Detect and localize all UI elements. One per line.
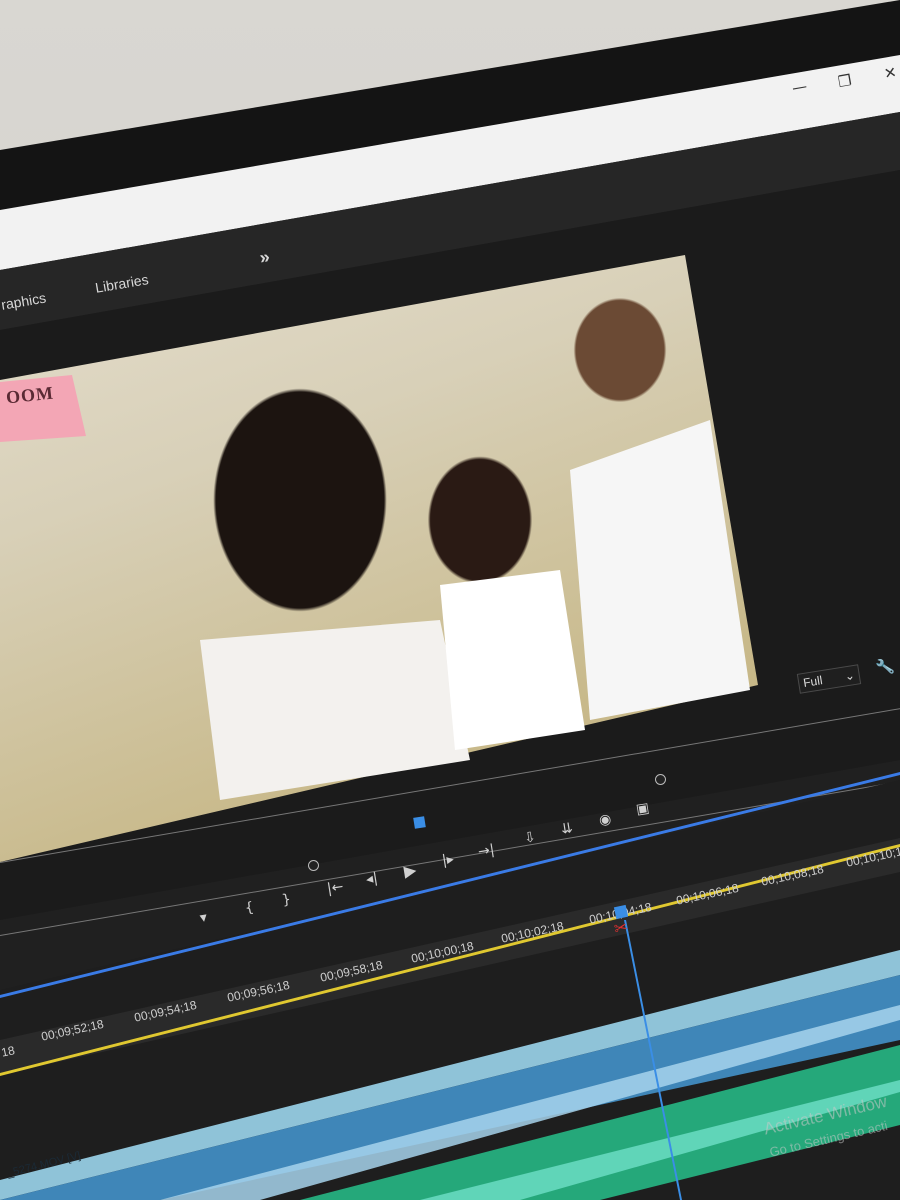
- monitor-playhead[interactable]: [413, 816, 426, 829]
- camera-icon[interactable]: ◉: [598, 811, 613, 829]
- compare-icon[interactable]: ▣: [635, 800, 651, 818]
- insert-icon[interactable]: ⇩: [523, 829, 537, 847]
- restore-icon[interactable]: ❐: [837, 71, 853, 91]
- zoom-level-value: Full: [802, 673, 824, 690]
- scrub-handle-left[interactable]: [308, 860, 319, 871]
- scrub-handle-right[interactable]: [655, 774, 666, 785]
- go-to-out-icon[interactable]: →|: [477, 842, 496, 860]
- go-to-in-icon[interactable]: |←: [326, 879, 345, 897]
- step-back-icon[interactable]: ◂|: [365, 870, 379, 888]
- chevron-down-icon: ⌄: [843, 668, 856, 684]
- minimize-icon[interactable]: —: [791, 77, 809, 97]
- timecode-label: 18: [0, 1043, 16, 1060]
- wrench-icon[interactable]: 🔧: [875, 657, 896, 678]
- overwrite-icon[interactable]: ⇊: [560, 820, 574, 838]
- scissors-icon: ✂: [612, 917, 630, 939]
- step-forward-icon[interactable]: |▸: [441, 851, 455, 869]
